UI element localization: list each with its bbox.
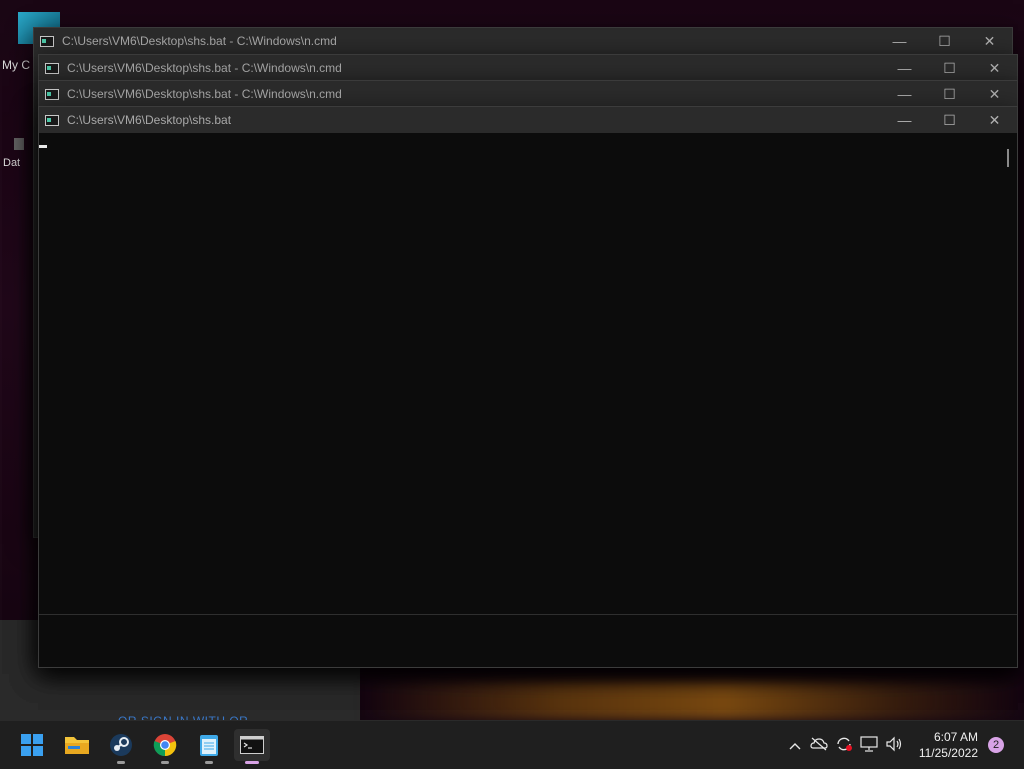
text-cursor [39,145,47,148]
network-icon[interactable] [856,735,882,755]
notepad-button[interactable] [193,729,225,764]
terminal-icon [240,736,264,754]
file-explorer-button[interactable] [61,729,93,761]
cmd-app-icon [40,35,54,47]
console-bottom-pane [39,614,1017,667]
window-titlebar[interactable]: C:\Users\VM6\Desktop\shs.bat - C:\Window… [39,81,1017,107]
command-prompt-button[interactable] [234,729,270,764]
system-tray [784,721,906,769]
active-indicator [245,761,259,764]
scrollbar-thumb[interactable] [1007,149,1009,167]
window-titlebar[interactable]: C:\Users\VM6\Desktop\shs.bat - C:\Window… [34,28,1012,54]
windows-logo-icon [21,734,43,756]
notepad-icon [200,735,218,756]
window-title: C:\Users\VM6\Desktop\shs.bat - C:\Window… [67,87,342,101]
close-button[interactable]: ✕ [972,81,1017,107]
start-button[interactable] [16,729,48,761]
window-title: C:\Users\VM6\Desktop\shs.bat - C:\Window… [62,34,337,48]
chevron-up-icon[interactable] [784,737,806,753]
minimize-button[interactable]: — [882,81,927,107]
chrome-icon [153,734,177,757]
running-indicator [205,761,213,764]
chrome-button[interactable] [149,729,181,764]
cmd-app-icon [45,62,59,74]
notification-badge[interactable]: 2 [988,737,1004,753]
minimize-button[interactable]: — [882,55,927,81]
minimize-button[interactable]: — [882,107,927,133]
maximize-button[interactable]: ☐ [927,81,972,107]
close-button[interactable]: ✕ [967,28,1012,54]
clock-time: 6:07 AM [933,730,978,744]
steam-icon [110,734,132,756]
window-titlebar[interactable]: C:\Users\VM6\Desktop\shs.bat — ☐ ✕ [39,107,1017,133]
folder-icon [65,737,89,754]
desktop-icon-label[interactable]: My C [2,58,30,72]
clock-date: 11/25/2022 [918,746,978,760]
close-button[interactable]: ✕ [972,107,1017,133]
taskbar: 6:07 AM 11/25/2022 2 [0,720,1024,769]
cmd-app-icon [45,114,59,126]
maximize-button[interactable]: ☐ [922,28,967,54]
maximize-button[interactable]: ☐ [927,107,972,133]
minimize-button[interactable]: — [877,28,922,54]
close-button[interactable]: ✕ [972,55,1017,81]
desktop-icon-label[interactable]: Dat [3,157,20,169]
window-title: C:\Users\VM6\Desktop\shs.bat [67,113,232,127]
sync-error-icon[interactable] [832,736,856,755]
maximize-button[interactable]: ☐ [927,55,972,81]
cmd-app-icon [45,88,59,100]
window-title: C:\Users\VM6\Desktop\shs.bat - C:\Window… [67,61,342,75]
volume-icon[interactable] [882,736,906,755]
console-output-area[interactable] [39,133,1017,615]
cmd-window-front[interactable]: C:\Users\VM6\Desktop\shs.bat — ☐ ✕ [38,106,1018,668]
desktop-wallpaper-glow [360,680,1024,720]
window-titlebar[interactable]: C:\Users\VM6\Desktop\shs.bat - C:\Window… [39,55,1017,81]
data-file-icon[interactable] [14,138,24,150]
running-indicator [161,761,169,764]
steam-button[interactable] [105,729,137,764]
running-indicator [117,761,125,764]
clock[interactable]: 6:07 AM 11/25/2022 [919,729,978,761]
onedrive-offline-icon[interactable] [806,737,832,754]
